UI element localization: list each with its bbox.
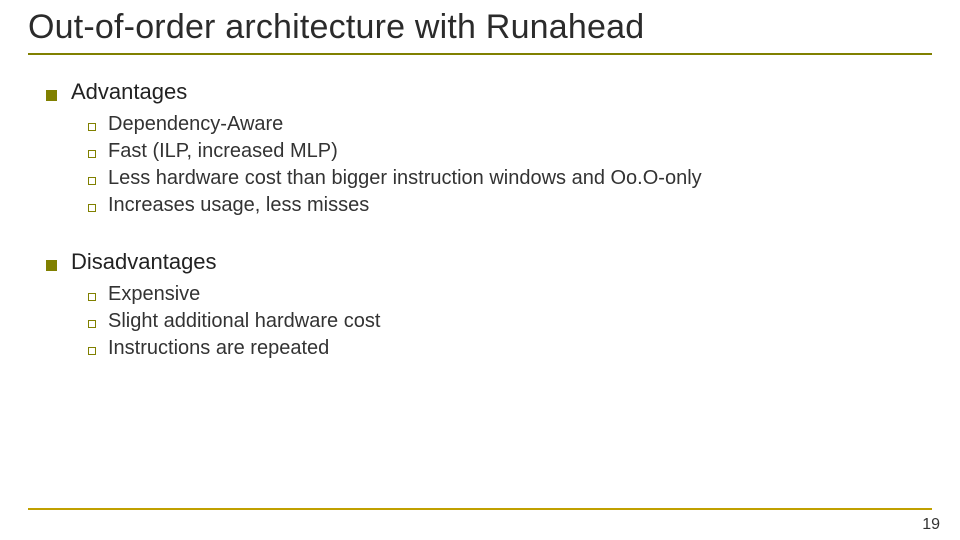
item-text: Expensive — [108, 283, 200, 306]
square-bullet-outline-icon — [88, 320, 96, 328]
square-bullet-outline-icon — [88, 204, 96, 212]
heading-text: Advantages — [71, 79, 187, 105]
square-bullet-filled-icon — [46, 260, 57, 271]
list-item: Instructions are repeated — [88, 337, 932, 360]
section-heading-disadvantages: Disadvantages — [46, 249, 932, 275]
item-text: Dependency-Aware — [108, 113, 283, 136]
page-number: 19 — [922, 516, 940, 534]
heading-text: Disadvantages — [71, 249, 217, 275]
list-item: Dependency-Aware — [88, 113, 932, 136]
slide-title: Out-of-order architecture with Runahead — [0, 0, 960, 51]
item-text: Instructions are repeated — [108, 337, 329, 360]
square-bullet-outline-icon — [88, 177, 96, 185]
item-text: Fast (ILP, increased MLP) — [108, 140, 338, 163]
square-bullet-filled-icon — [46, 90, 57, 101]
list-item: Increases usage, less misses — [88, 194, 932, 217]
content-area: Advantages Dependency-Aware Fast (ILP, i… — [0, 59, 960, 360]
square-bullet-outline-icon — [88, 347, 96, 355]
square-bullet-outline-icon — [88, 293, 96, 301]
item-text: Increases usage, less misses — [108, 194, 369, 217]
list-item: Slight additional hardware cost — [88, 310, 932, 333]
list-item: Less hardware cost than bigger instructi… — [88, 167, 932, 190]
list-item: Fast (ILP, increased MLP) — [88, 140, 932, 163]
square-bullet-outline-icon — [88, 150, 96, 158]
title-divider — [28, 53, 932, 55]
section-heading-advantages: Advantages — [46, 79, 932, 105]
item-text: Less hardware cost than bigger instructi… — [108, 167, 702, 190]
item-text: Slight additional hardware cost — [108, 310, 380, 333]
list-item: Expensive — [88, 283, 932, 306]
footer-divider — [28, 508, 932, 510]
square-bullet-outline-icon — [88, 123, 96, 131]
